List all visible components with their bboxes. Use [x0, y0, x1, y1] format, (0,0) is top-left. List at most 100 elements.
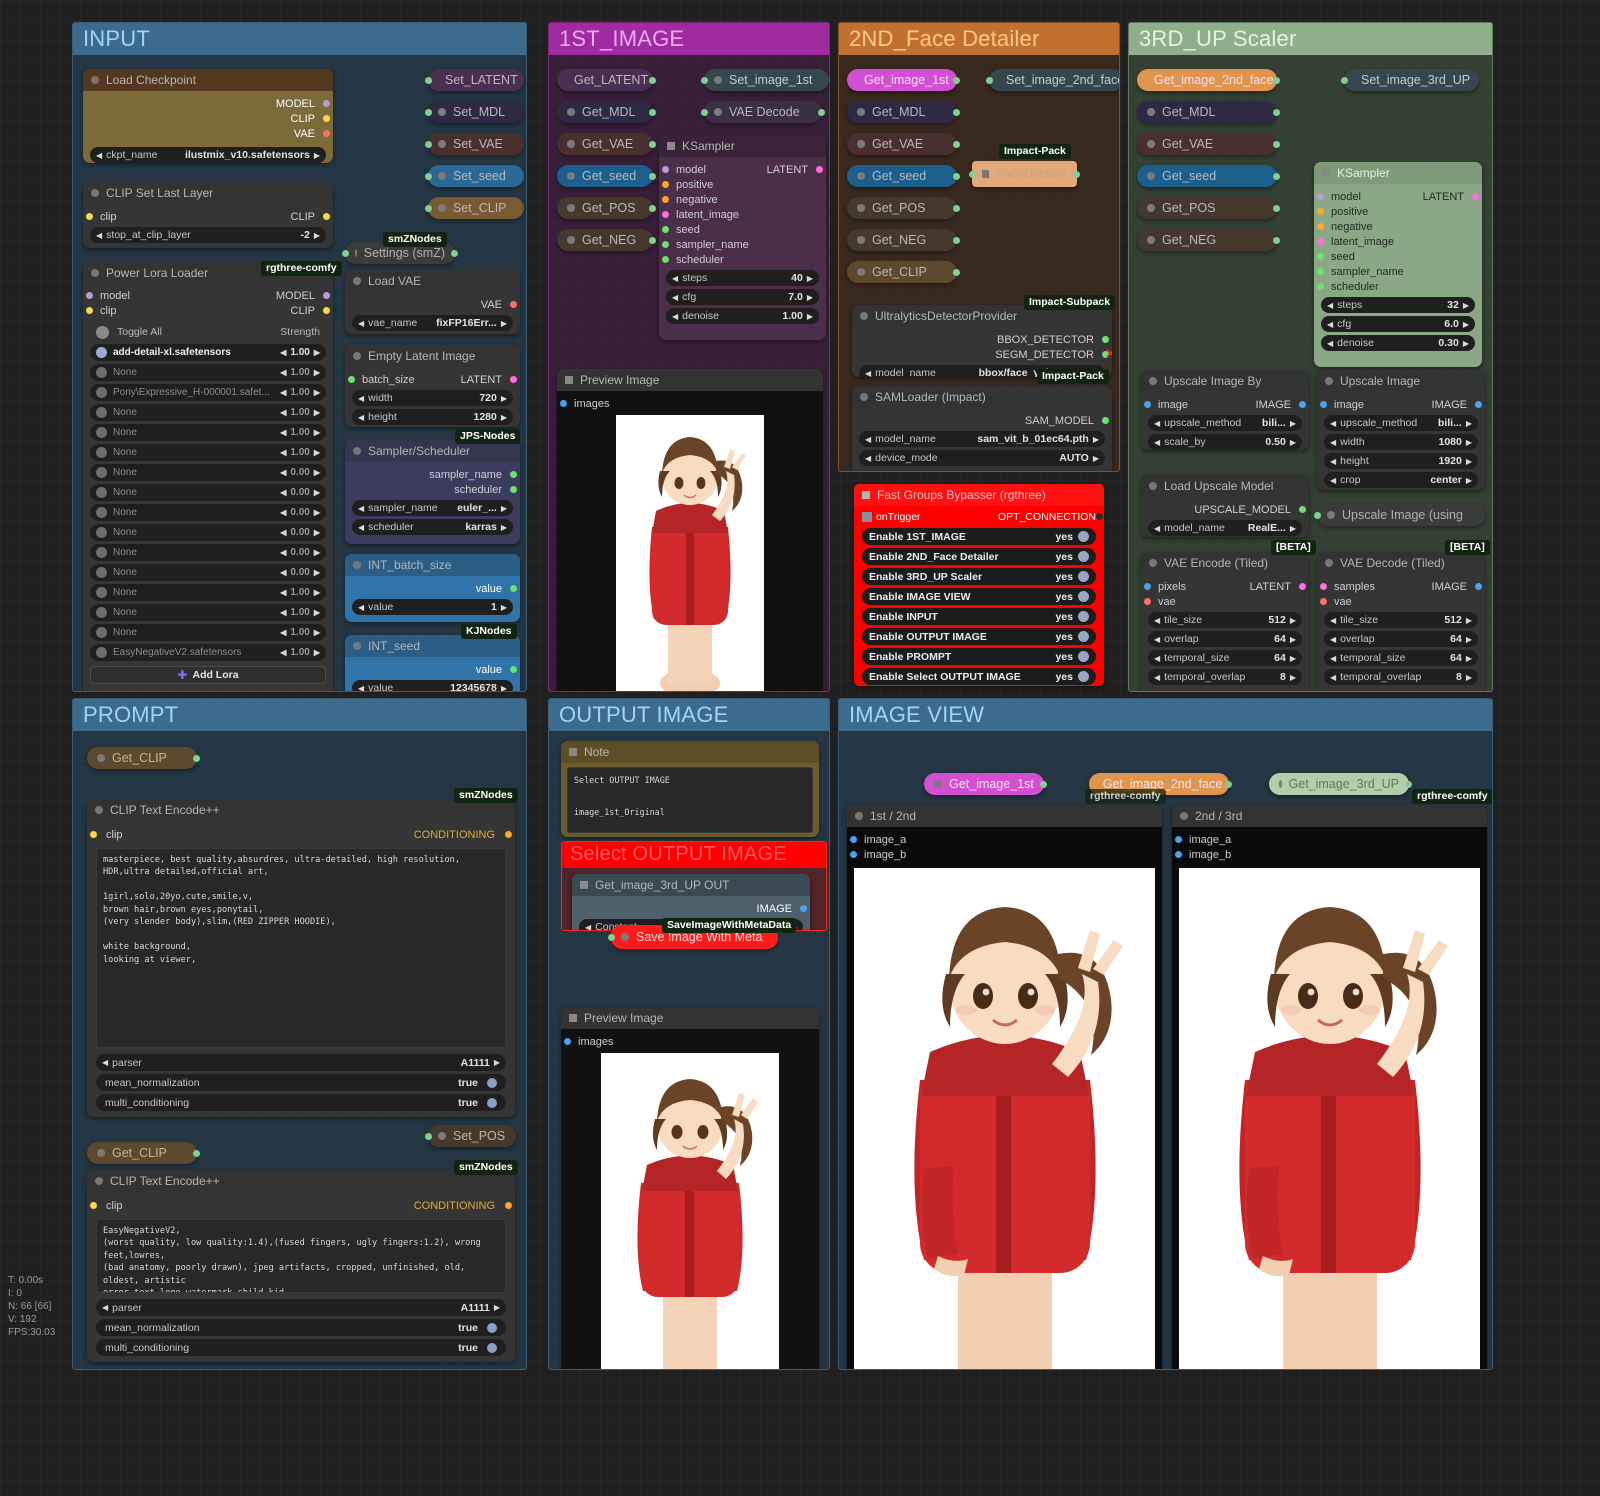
port-out[interactable] [193, 1149, 200, 1157]
node-empty-latent-image[interactable]: Empty Latent Image batch_size LATENT ◀ w… [345, 345, 520, 427]
node-header[interactable]: Note [561, 741, 819, 763]
node-get-vae[interactable]: Get_VAE [557, 133, 656, 155]
node-int-seed[interactable]: INT_seed value ◀ value 12345678 ▶ [345, 635, 520, 691]
port-out[interactable] [649, 204, 656, 212]
preview-thumbnail[interactable] [616, 415, 764, 691]
strength-increment[interactable]: ▶ [314, 448, 320, 457]
strength-increment[interactable]: ▶ [314, 488, 320, 497]
port-image-in[interactable] [1144, 401, 1151, 408]
port-samples[interactable] [1320, 583, 1327, 590]
port-image[interactable] [1475, 583, 1482, 590]
increment-arrow[interactable]: ▶ [1466, 635, 1472, 644]
vae-name-widget[interactable]: ◀ vae_name fixFP16Err... ▶ [352, 315, 513, 331]
collapse-dot[interactable] [567, 204, 575, 212]
node-upscale-image[interactable]: Upscale Image image IMAGE ◀ upscale_meth… [1317, 370, 1485, 490]
node-header[interactable]: VAE Encode (Tiled) [1141, 552, 1309, 574]
lora-toggle[interactable] [96, 387, 107, 398]
node-set-image-2nd-face[interactable]: Set_image_2nd_face [986, 69, 1119, 91]
lora-toggle[interactable] [96, 507, 107, 518]
increment-arrow[interactable]: ▶ [1093, 435, 1099, 444]
lora-row[interactable]: None ◀ 0.00 ▶ [90, 544, 326, 561]
node-clip-text-encode-positive[interactable]: CLIP Text Encode++ clip CONDITIONING mas… [87, 799, 515, 1117]
multi-conditioning-toggle[interactable]: multi_conditioning true [96, 1094, 506, 1111]
port-in[interactable] [1314, 511, 1321, 519]
increment-arrow[interactable]: ▶ [494, 1058, 500, 1067]
collapse-dot[interactable] [934, 780, 943, 788]
parser-widget[interactable]: ◀ parser A1111 ▶ [96, 1054, 506, 1071]
port-out[interactable] [953, 172, 960, 180]
lora-toggle[interactable] [96, 487, 107, 498]
lora-toggle[interactable] [96, 447, 107, 458]
collapse-dot[interactable] [95, 1177, 103, 1185]
port-scheduler[interactable] [510, 486, 517, 493]
disconnect-x-icon[interactable]: ✕ [1105, 346, 1112, 362]
port-sampler-name[interactable] [1317, 268, 1324, 275]
node-get-pos[interactable]: Get_POS [847, 197, 960, 219]
port-in[interactable] [425, 140, 432, 148]
collapse-square[interactable] [667, 142, 675, 150]
collapse-dot[interactable] [353, 642, 361, 650]
steps-widget[interactable]: ◀ steps 40 ▶ [666, 270, 819, 286]
node-header[interactable]: KSampler [659, 135, 826, 157]
node-get-latent[interactable]: Get_LATENT [557, 69, 656, 91]
node-ksampler-3rd[interactable]: KSampler model LATENT positive negative … [1314, 162, 1482, 367]
stop-at-clip-layer-widget[interactable]: ◀ stop_at_clip_layer -2 ▶ [90, 227, 326, 243]
node-get-mdl[interactable]: Get_MDL [557, 101, 656, 123]
group-image-view[interactable]: IMAGE VIEW Get_image_1st Get_image_2nd_fa… [838, 698, 1493, 1370]
port-positive[interactable] [1317, 208, 1324, 215]
port-out[interactable] [818, 108, 825, 116]
bypass-toggle-row[interactable]: Enable 1ST_IMAGE yes [862, 528, 1096, 545]
node-header[interactable]: Load Upscale Model [1141, 475, 1309, 497]
value-widget[interactable]: ◀ value 1 ▶ [352, 599, 513, 615]
port-out[interactable] [649, 140, 656, 148]
collapse-dot[interactable] [1147, 204, 1155, 212]
collapse-dot[interactable] [857, 268, 865, 276]
port-out[interactable] [953, 140, 960, 148]
overlap-widget[interactable]: ◀ overlap 64 ▶ [1324, 631, 1478, 647]
port-vae[interactable] [1320, 598, 1327, 605]
compare-image[interactable] [854, 868, 1155, 1369]
strength-decrement[interactable]: ◀ [280, 548, 286, 557]
node-set-pos[interactable]: Set_POS [425, 1125, 516, 1147]
collapse-dot[interactable] [97, 754, 105, 762]
toggle-knob[interactable] [1078, 631, 1089, 642]
lora-row[interactable]: None ◀ 1.00 ▶ [90, 424, 326, 441]
node-power-lora-loader[interactable]: Power Lora Loader model MODEL clip CLIP [83, 262, 333, 691]
strength-increment[interactable]: ▶ [314, 548, 320, 557]
node-set-seed[interactable]: Set_seed [425, 165, 524, 187]
lora-toggle[interactable] [96, 627, 107, 638]
increment-arrow[interactable]: ▶ [501, 413, 507, 422]
port-out[interactable] [1273, 140, 1280, 148]
node-get-seed[interactable]: Get_seed [847, 165, 960, 187]
collapse-dot[interactable] [1180, 812, 1188, 820]
node-header[interactable]: Load VAE [345, 270, 520, 292]
toggle-knob[interactable] [1078, 591, 1089, 602]
lora-row[interactable]: None ◀ 0.00 ▶ [90, 524, 326, 541]
port-clip[interactable] [323, 115, 330, 122]
port-in[interactable] [701, 76, 708, 84]
node-header[interactable]: VAE Decode (Tiled) [1317, 552, 1485, 574]
strength-decrement[interactable]: ◀ [280, 348, 286, 357]
bypass-toggle-row[interactable]: Enable 2ND_Face Detailer yes [862, 548, 1096, 565]
strength-increment[interactable]: ▶ [314, 348, 320, 357]
port-in[interactable] [342, 249, 349, 257]
collapse-dot[interactable] [353, 352, 361, 360]
width-widget[interactable]: ◀ width 1080 ▶ [1324, 434, 1478, 450]
collapse-square[interactable] [580, 881, 588, 889]
collapse-dot[interactable] [353, 277, 361, 285]
node-set-latent[interactable]: Set_LATENT [425, 69, 524, 91]
increment-arrow[interactable]: ▶ [1290, 438, 1296, 447]
node-header[interactable]: CLIP Text Encode++ [87, 799, 515, 821]
upscale-method-widget[interactable]: ◀ upscale_method bili... ▶ [1148, 415, 1302, 431]
strength-increment[interactable]: ▶ [314, 568, 320, 577]
group-3rd-up-scaler[interactable]: 3RD_UP Scaler Get_image_2nd_face Get_MDL G… [1128, 22, 1493, 692]
increment-arrow[interactable]: ▶ [1466, 476, 1472, 485]
port-image-b[interactable] [850, 851, 857, 858]
port-conditioning[interactable] [505, 1202, 512, 1209]
node-get-clip-positive[interactable]: Get_CLIP [87, 747, 200, 769]
increment-arrow[interactable]: ▶ [1463, 301, 1469, 310]
parser-widget[interactable]: ◀ parser A1111 ▶ [96, 1299, 506, 1316]
node-image-compare-2nd-3rd[interactable]: 2nd / 3rd image_a image_b [1172, 805, 1487, 1369]
port-out[interactable] [1225, 780, 1232, 788]
collapse-dot[interactable] [97, 1149, 105, 1157]
